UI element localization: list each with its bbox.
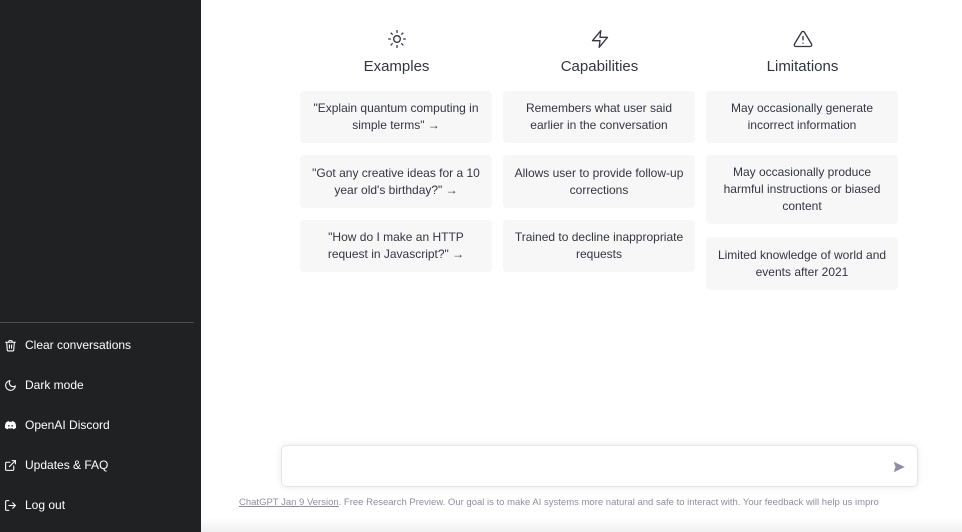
- sun-icon: [300, 29, 493, 49]
- updates-faq-link[interactable]: Updates & FAQ: [0, 450, 194, 480]
- capability-card: Remembers what user said earlier in the …: [503, 91, 695, 143]
- main-panel: Examples "Explain quantum computing in s…: [201, 0, 962, 532]
- send-icon[interactable]: [892, 460, 906, 474]
- bottom-fade: [201, 518, 962, 532]
- sidebar: Clear conversations Dark mode OpenAI Dis…: [0, 0, 201, 532]
- sidebar-item-label: Clear conversations: [25, 338, 132, 352]
- sidebar-divider: [0, 322, 194, 323]
- example-card[interactable]: "Got any creative ideas for a 10 year ol…: [300, 155, 492, 208]
- openai-discord-link[interactable]: OpenAI Discord: [0, 410, 194, 440]
- prompt-input[interactable]: [282, 446, 882, 486]
- dark-mode-button[interactable]: Dark mode: [0, 370, 194, 400]
- moon-icon: [3, 378, 17, 392]
- column-title: Examples: [363, 58, 430, 75]
- sidebar-item-label: Log out: [25, 498, 66, 512]
- app-window: Clear conversations Dark mode OpenAI Dis…: [0, 0, 962, 532]
- limitation-card: May occasionally generate incorrect info…: [706, 91, 898, 143]
- discord-icon: [3, 418, 17, 432]
- lightning-icon: [503, 29, 696, 49]
- clear-conversations-button[interactable]: Clear conversations: [0, 330, 194, 360]
- footer-disclaimer: ChatGPT Jan 9 Version. Free Research Pre…: [239, 497, 962, 508]
- column-title: Capabilities: [560, 58, 639, 75]
- example-card[interactable]: "How do I make an HTTP request in Javasc…: [300, 220, 492, 272]
- example-card[interactable]: "Explain quantum computing in simple ter…: [300, 91, 492, 143]
- capability-card: Trained to decline inappropriate request…: [503, 220, 695, 272]
- capability-card: Allows user to provide follow-up correct…: [503, 155, 695, 208]
- external-link-icon: [3, 458, 17, 472]
- limitation-card: May occasionally produce harmful instruc…: [706, 155, 898, 224]
- sidebar-item-label: Updates & FAQ: [25, 458, 109, 472]
- sidebar-item-label: OpenAI Discord: [25, 418, 110, 432]
- prompt-box: [281, 445, 918, 487]
- trash-icon: [3, 338, 17, 352]
- limitation-card: Limited knowledge of world and events af…: [706, 237, 898, 290]
- warning-icon: [706, 29, 899, 49]
- version-link[interactable]: ChatGPT Jan 9 Version: [239, 497, 339, 508]
- footer-text: . Free Research Preview. Our goal is to …: [338, 497, 879, 508]
- log-out-button[interactable]: Log out: [0, 490, 194, 520]
- sidebar-item-label: Dark mode: [25, 378, 84, 392]
- logout-icon: [3, 498, 17, 512]
- column-title: Limitations: [766, 58, 839, 75]
